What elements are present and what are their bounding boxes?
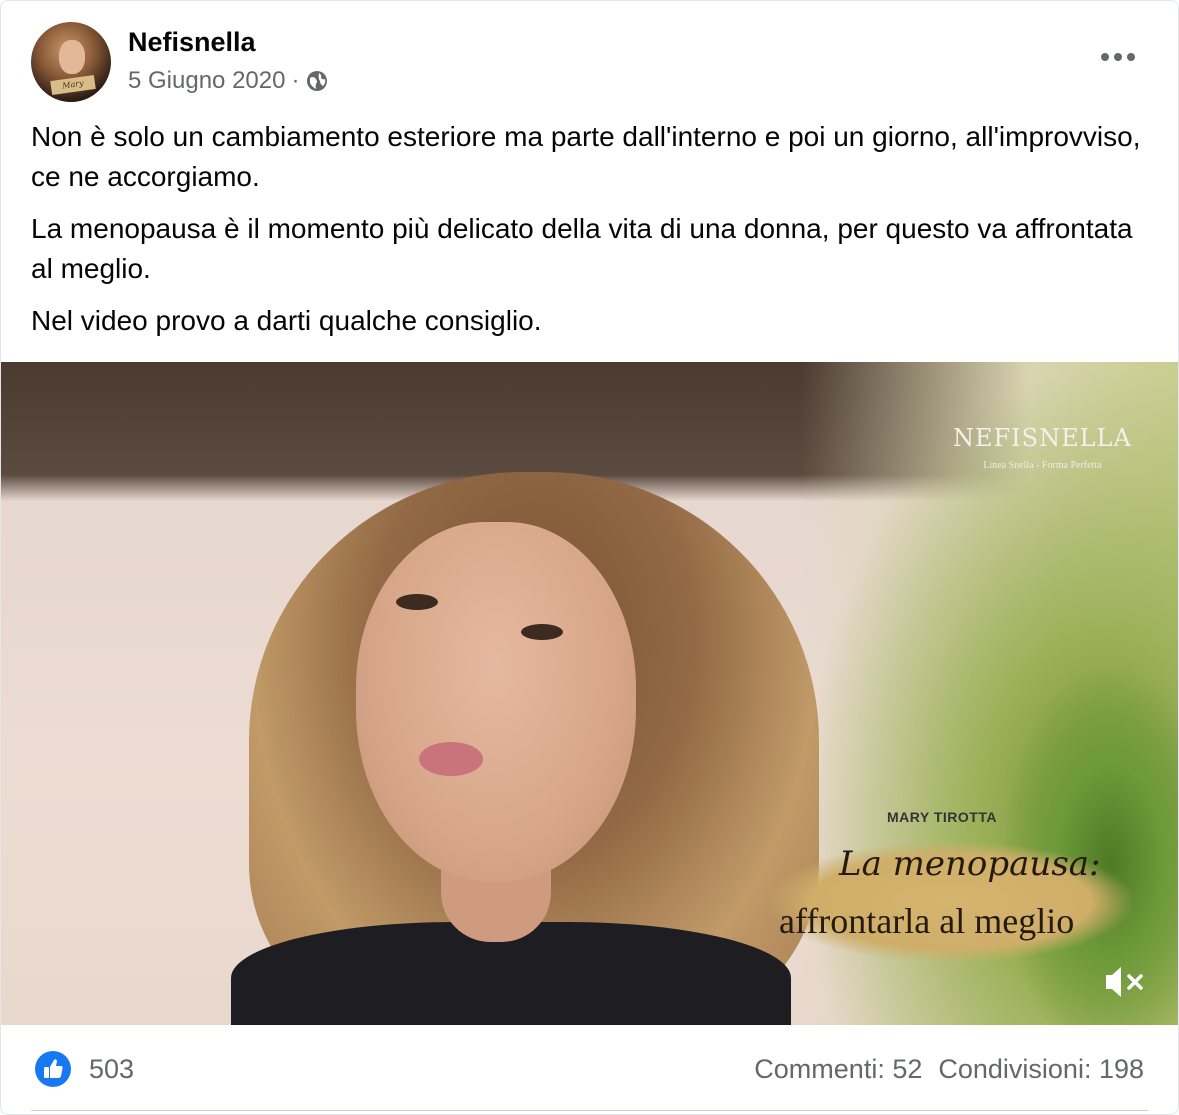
page-avatar[interactable]: Mary	[31, 22, 111, 102]
meta-separator: ·	[291, 67, 300, 94]
video-brand-logo: NEFISNELLA Linea Snella - Forma Perfetta	[953, 424, 1132, 471]
video-presenter-eye	[521, 624, 563, 640]
more-options-icon[interactable]	[1096, 39, 1140, 75]
volume-muted-icon[interactable]	[1101, 960, 1149, 1004]
avatar-face	[59, 40, 85, 74]
post-date[interactable]: 5 Giugno 2020	[128, 67, 285, 95]
post-header: Mary Nefisnella 5 Giugno 2020 ·	[1, 1, 1178, 111]
video-presenter-eye	[396, 594, 438, 610]
brand-tagline: Linea Snella - Forma Perfetta	[983, 460, 1102, 471]
post-paragraph: La menopausa è il momento più delicato d…	[31, 213, 1133, 284]
more-dot	[1101, 53, 1109, 61]
video-presenter-lips	[419, 742, 483, 776]
shares-count[interactable]: Condivisioni: 198	[938, 1054, 1144, 1085]
comments-count[interactable]: Commenti: 52	[754, 1054, 922, 1085]
avatar-sign: Mary	[50, 75, 96, 95]
video-player[interactable]: NEFISNELLA Linea Snella - Forma Perfetta…	[1, 362, 1178, 1025]
post-stats: Commenti: 52 Condivisioni: 198	[754, 1054, 1144, 1085]
brand-name: NEFISNELLA	[953, 424, 1132, 452]
video-title-line1: La menopausa:	[839, 844, 1101, 884]
post-footer: 503 Commenti: 52 Condivisioni: 198	[1, 1026, 1178, 1114]
globe-icon	[307, 71, 328, 91]
video-title-line2: affrontarla al meglio	[779, 901, 1075, 941]
post-meta: 5 Giugno 2020 ·	[128, 67, 329, 95]
post-paragraph: Non è solo un cambiamento esteriore ma p…	[31, 121, 1141, 192]
post-paragraph: Nel video provo a darti qualche consigli…	[31, 305, 542, 336]
page-name-link[interactable]: Nefisnella	[128, 27, 256, 58]
footer-divider	[31, 1110, 1148, 1111]
facebook-post: Mary Nefisnella 5 Giugno 2020 · Non è so…	[0, 0, 1179, 1115]
video-presenter-face	[356, 522, 636, 882]
like-icon[interactable]	[35, 1051, 71, 1087]
video-presenter-name: MARY TIROTTA	[887, 809, 997, 825]
post-text: Non è solo un cambiamento esteriore ma p…	[31, 117, 1141, 353]
reaction-count[interactable]: 503	[89, 1054, 134, 1085]
more-dot	[1114, 53, 1122, 61]
more-dot	[1127, 53, 1135, 61]
